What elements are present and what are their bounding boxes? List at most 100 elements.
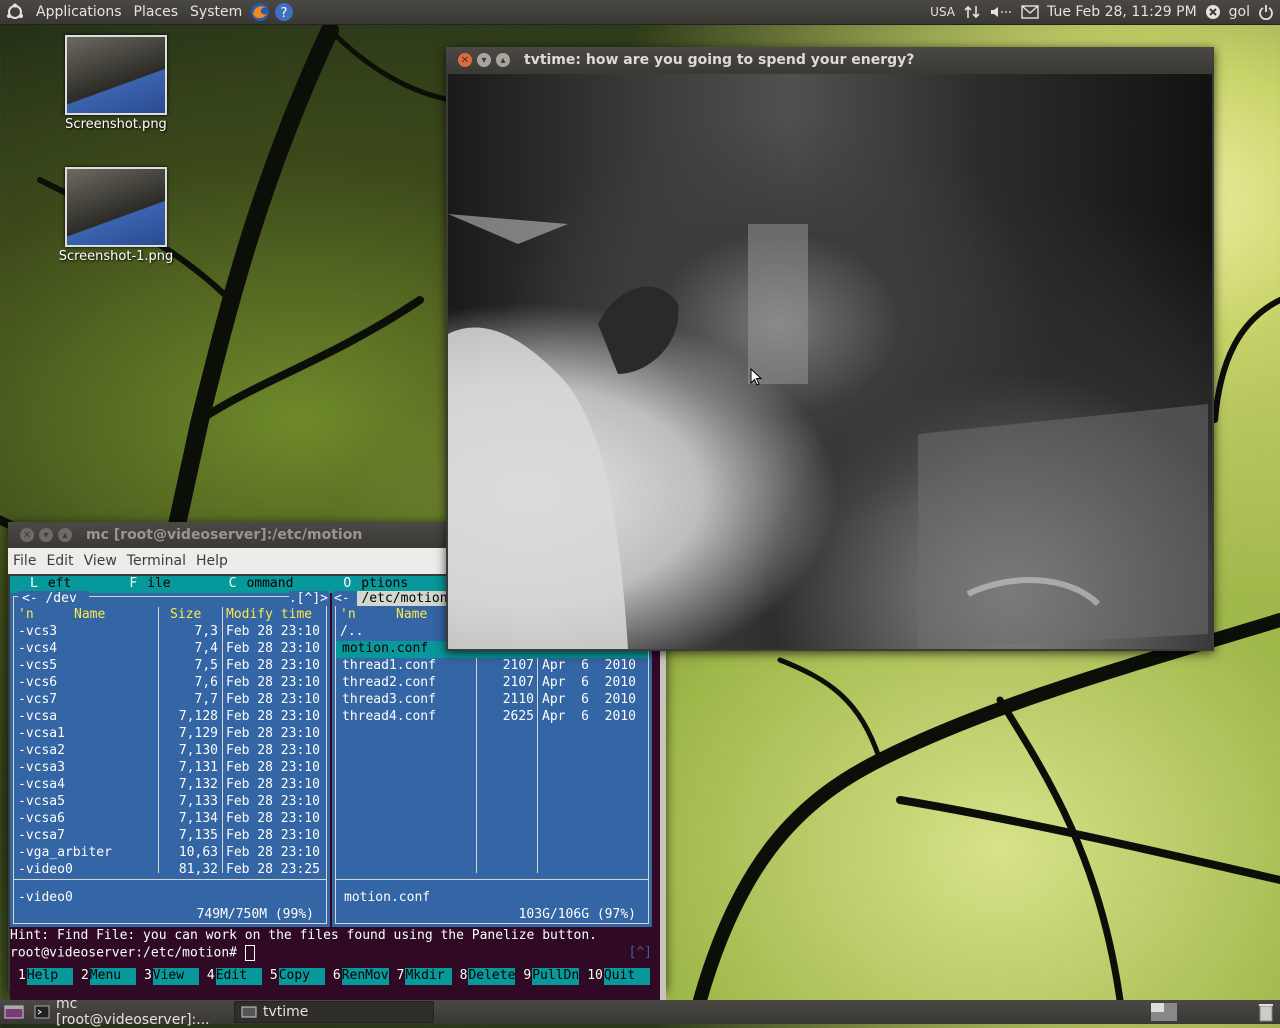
panel-history[interactable]: .[^]> [288,591,328,606]
col-header-size[interactable]: Size [170,607,201,622]
mc-menu-label: ile [147,576,171,591]
menu-help[interactable]: Help [191,553,233,569]
file-list: motion.conf thread1.conf 2107 Apr 6 2010 thr… [332,641,652,879]
fkey-quit-button[interactable]: Quit [603,968,650,985]
top-panel: Applications Places System ? USA Tue Feb… [0,0,1280,25]
file-mtime: Feb 28 23:10 [226,794,320,809]
ubuntu-logo-icon[interactable] [0,3,30,21]
file-row[interactable]: -vga_arbiter 10,63 Feb 28 23:10 [10,845,330,862]
file-row[interactable]: thread4.conf 2625 Apr 6 2010 [332,709,652,726]
file-row[interactable]: -video0 81,32 Feb 28 23:25 [10,862,330,879]
file-mtime: Feb 28 23:10 [226,692,320,707]
user-menu[interactable]: gol [1229,4,1250,20]
file-name: -vcsa1 [18,726,65,741]
places-menu[interactable]: Places [128,4,185,20]
col-header-name[interactable]: Name [74,607,105,622]
minimize-button[interactable]: ▾ [39,528,53,542]
task-terminal[interactable]: mc [root@videoserver]:... [28,996,230,1028]
tvtime-window[interactable]: ✕ ▾ ▴ tvtime: how are you going to spend… [446,47,1214,651]
fkey-pulldn-button[interactable]: PullDn [532,968,580,985]
task-label: mc [root@videoserver]:... [56,996,210,1028]
file-mtime: Apr 6 2010 [542,709,636,724]
file-row[interactable]: -vcsa3 7,131 Feb 28 23:10 [10,760,330,777]
volume-muted-icon[interactable] [989,4,1013,20]
mc-left-panel[interactable]: <- /dev .[^]> 'n Name Size Modify time -… [10,591,330,927]
task-tvtime[interactable]: tvtime [234,1001,434,1023]
show-desktop-icon[interactable] [4,1004,24,1020]
file-mtime: Feb 28 23:10 [226,726,320,741]
file-size: 7,133 [178,794,218,809]
menu-edit[interactable]: Edit [41,553,78,569]
clock[interactable]: Tue Feb 28, 11:29 PM [1047,4,1197,20]
fkey-renmov-button[interactable]: RenMov [341,968,389,985]
file-row[interactable]: -vcs7 7,7 Feb 28 23:10 [10,692,330,709]
file-row[interactable]: -vcsa 7,128 Feb 28 23:10 [10,709,330,726]
file-size: 7,7 [194,692,218,707]
file-name: -vcsa7 [18,828,65,843]
file-row[interactable]: thread3.conf 2110 Apr 6 2010 [332,692,652,709]
keyboard-layout-indicator[interactable]: USA [930,5,955,19]
file-row[interactable]: -vcs6 7,6 Feb 28 23:10 [10,675,330,692]
firefox-icon[interactable] [250,2,270,22]
minimize-button[interactable]: ▾ [477,53,491,67]
file-row[interactable]: -vcs3 7,3 Feb 28 23:10 [10,624,330,641]
file-size: 2110 [502,692,534,707]
file-row[interactable]: -vcsa4 7,132 Feb 28 23:10 [10,777,330,794]
menu-terminal[interactable]: Terminal [122,553,191,569]
help-icon[interactable]: ? [274,2,294,22]
applications-menu[interactable]: Applications [30,4,128,20]
file-row[interactable]: -vcsa7 7,135 Feb 28 23:10 [10,828,330,845]
fkey-edit-button[interactable]: Edit [215,968,262,985]
maximize-button[interactable]: ▴ [496,53,510,67]
tvtime-titlebar[interactable]: ✕ ▾ ▴ tvtime: how are you going to spend… [446,47,1214,73]
file-mtime: Feb 28 23:10 [226,760,320,775]
mc-menu-hotkey: L [30,576,38,591]
trash-icon[interactable] [1258,1002,1274,1022]
network-icon[interactable] [963,4,981,20]
mc-menu-hotkey: F [129,576,138,591]
menu-file[interactable]: File [8,553,41,569]
close-button[interactable]: ✕ [20,528,34,542]
file-row[interactable]: -vcsa6 7,134 Feb 28 23:10 [10,811,330,828]
parent-dir-entry[interactable]: /.. [340,624,363,639]
file-row[interactable]: -vcsa5 7,133 Feb 28 23:10 [10,794,330,811]
workspace-switcher-icon[interactable] [1150,1002,1178,1022]
file-name: thread2.conf [342,675,436,690]
desktop-icon-screenshot[interactable]: Screenshot.png [56,35,176,132]
mail-icon[interactable] [1021,5,1039,19]
close-button[interactable]: ✕ [458,53,472,67]
fkey-menu-button[interactable]: Menu [89,968,136,985]
shell-prompt[interactable]: root@videoserver:/etc/motion# [10,945,650,962]
mouse-pointer-icon [750,367,763,390]
fkey-mkdir-button[interactable]: Mkdir [405,968,452,985]
file-size: 7,3 [194,624,218,639]
fkey-copy-button[interactable]: Copy [278,968,325,985]
file-row[interactable]: thread2.conf 2107 Apr 6 2010 [332,675,652,692]
fkey-number: 3 [135,968,153,985]
mc-menu-label: ptions [361,576,409,591]
file-row[interactable]: -vcsa2 7,130 Feb 28 23:10 [10,743,330,760]
prompt-history-button[interactable]: [^] [629,945,652,960]
file-row[interactable]: -vcs5 7,5 Feb 28 23:10 [10,658,330,675]
file-row[interactable]: -vcs4 7,4 Feb 28 23:10 [10,641,330,658]
fkey-delete-button[interactable]: Delete [468,968,516,985]
video-feed[interactable] [448,74,1212,649]
file-mtime: Feb 28 23:10 [226,743,320,758]
maximize-button[interactable]: ▴ [58,528,72,542]
file-size: 7,130 [178,743,218,758]
system-menu[interactable]: System [184,4,248,20]
file-row[interactable]: -vcsa1 7,129 Feb 28 23:10 [10,726,330,743]
fkey-view-button[interactable]: View [152,968,199,985]
mc-menu-hotkey: O [343,576,352,591]
fkey-help-button[interactable]: Help [26,968,73,985]
desktop-icon-screenshot-1[interactable]: Screenshot-1.png [56,167,176,264]
power-icon[interactable] [1258,4,1274,20]
file-list: -vcs3 7,3 Feb 28 23:10 -vcs4 7,4 Feb 28 23:10… [10,624,330,879]
file-name: -vcs3 [18,624,58,639]
mc-menu-command[interactable]: Command [171,576,294,593]
file-name: -vcsa5 [18,794,65,809]
menu-view[interactable]: View [79,553,122,569]
file-row[interactable]: thread1.conf 2107 Apr 6 2010 [332,658,652,675]
col-header-name[interactable]: Name [396,607,427,622]
col-header-mtime[interactable]: Modify time [226,607,312,622]
